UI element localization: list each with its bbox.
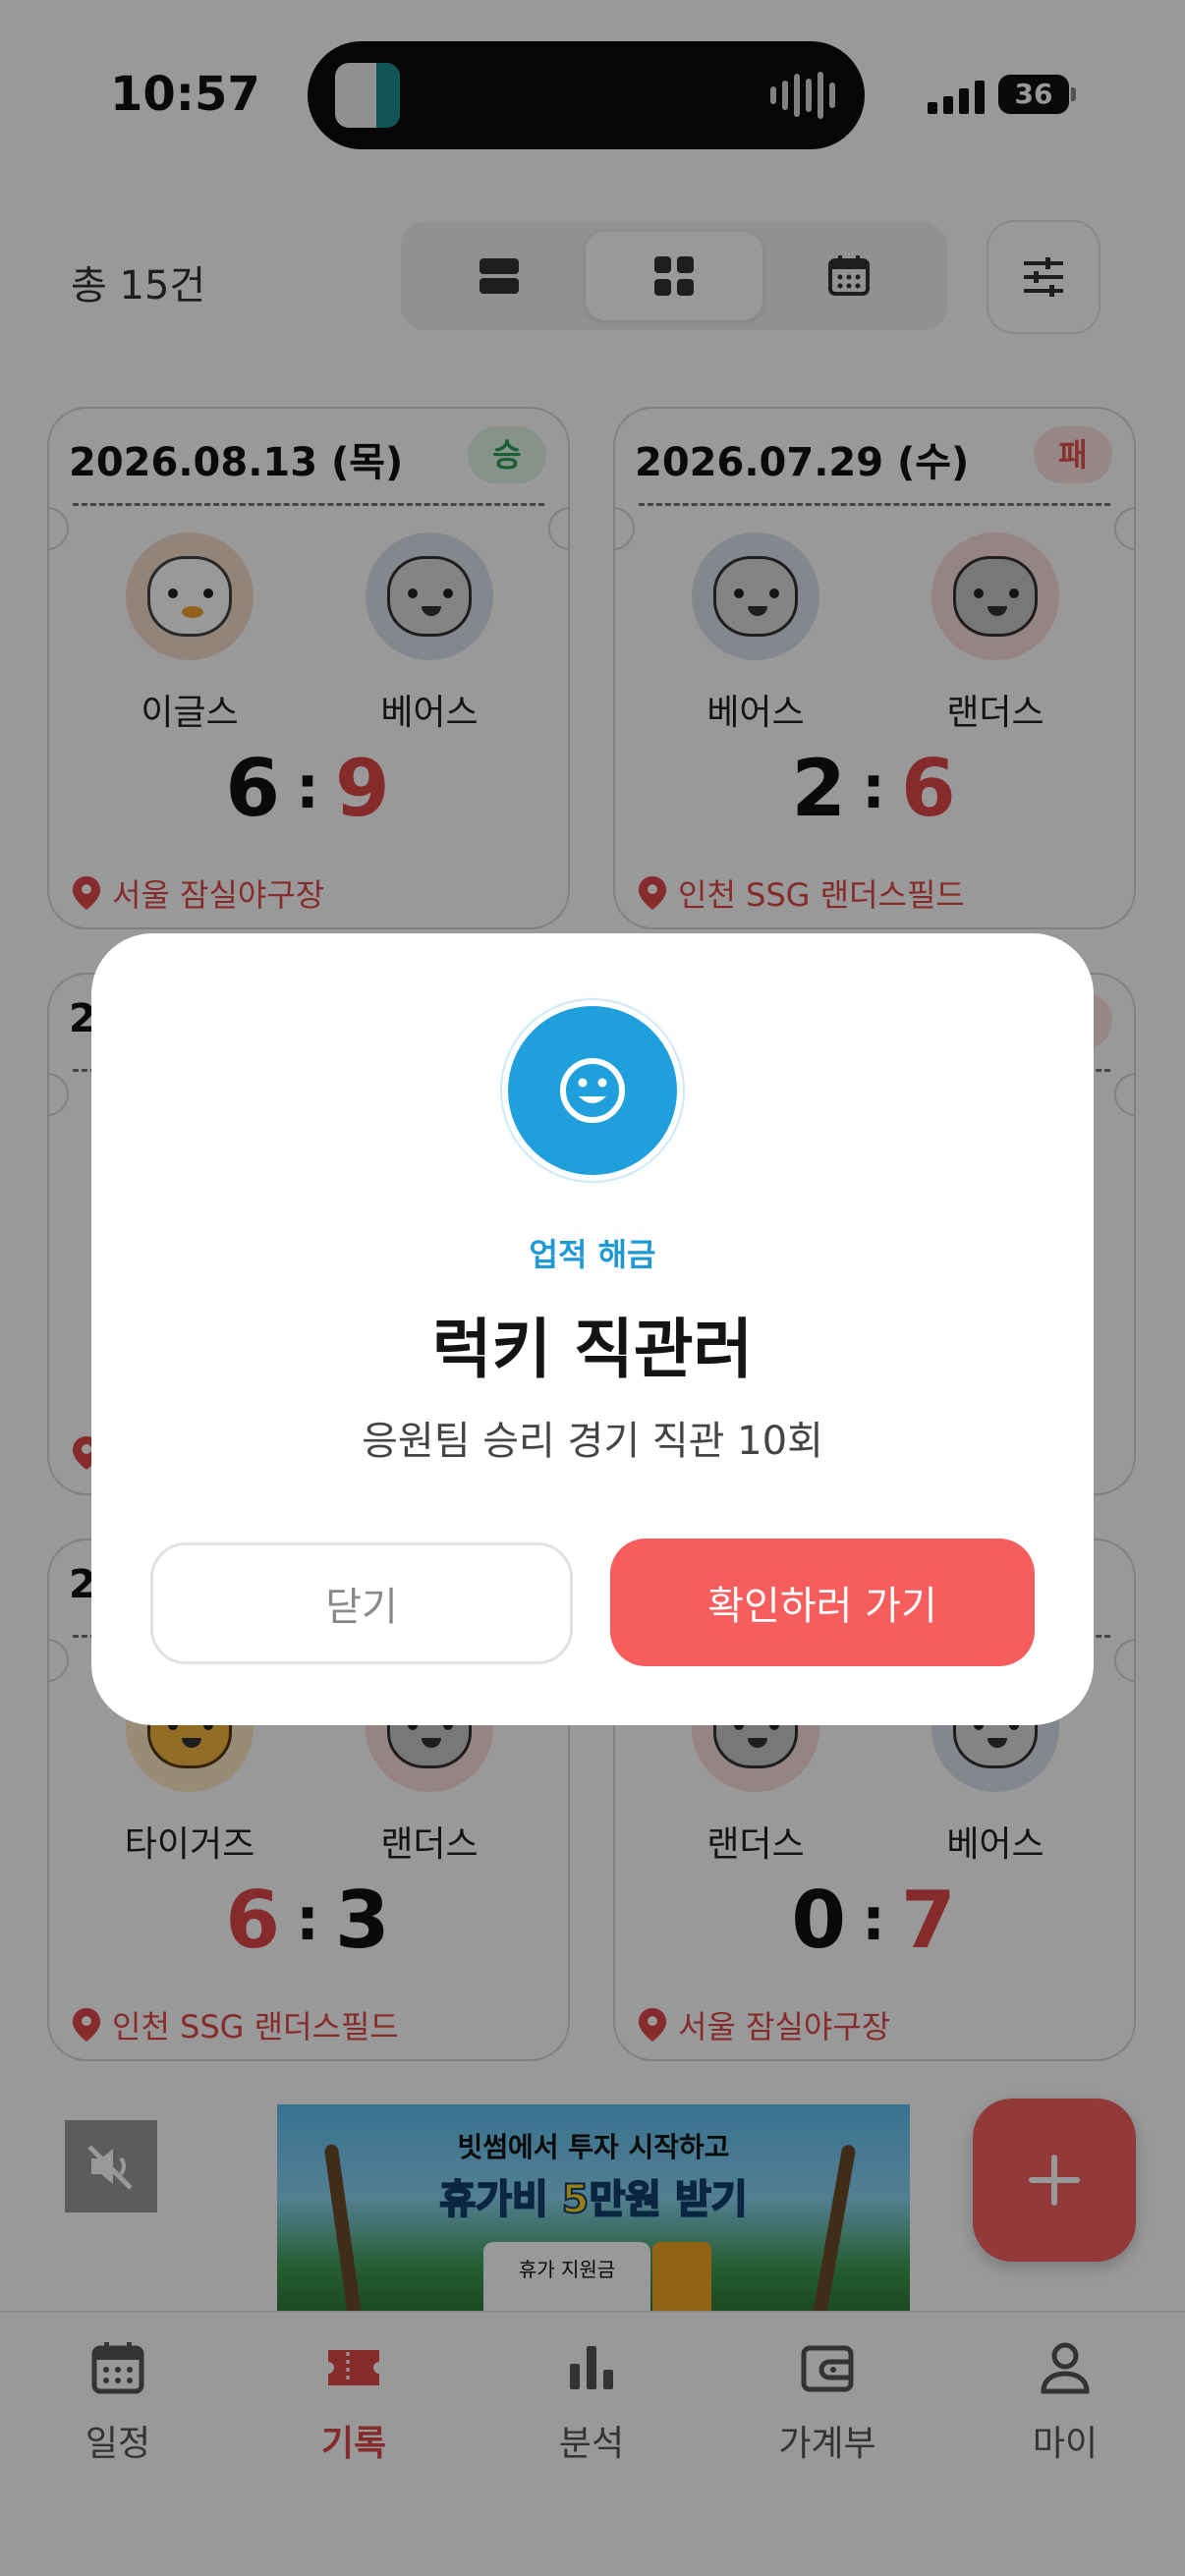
close-button[interactable]: 닫기 xyxy=(150,1542,573,1664)
achievement-title: 럭키 직관러 xyxy=(431,1312,754,1387)
achievement-label: 업적 해금 xyxy=(529,1236,656,1273)
smiley-icon xyxy=(502,1000,683,1181)
achievement-description: 응원팀 승리 경기 직관 10회 xyxy=(362,1419,823,1464)
achievement-dialog: 업적 해금 럭키 직관러 응원팀 승리 경기 직관 10회 닫기 확인하러 가기 xyxy=(91,933,1094,1725)
go-check-button[interactable]: 확인하러 가기 xyxy=(610,1539,1035,1666)
screen: 10:57 36 총 15건 2026.08.13 (목) 승 이글스 베어스 … xyxy=(0,0,1185,2576)
